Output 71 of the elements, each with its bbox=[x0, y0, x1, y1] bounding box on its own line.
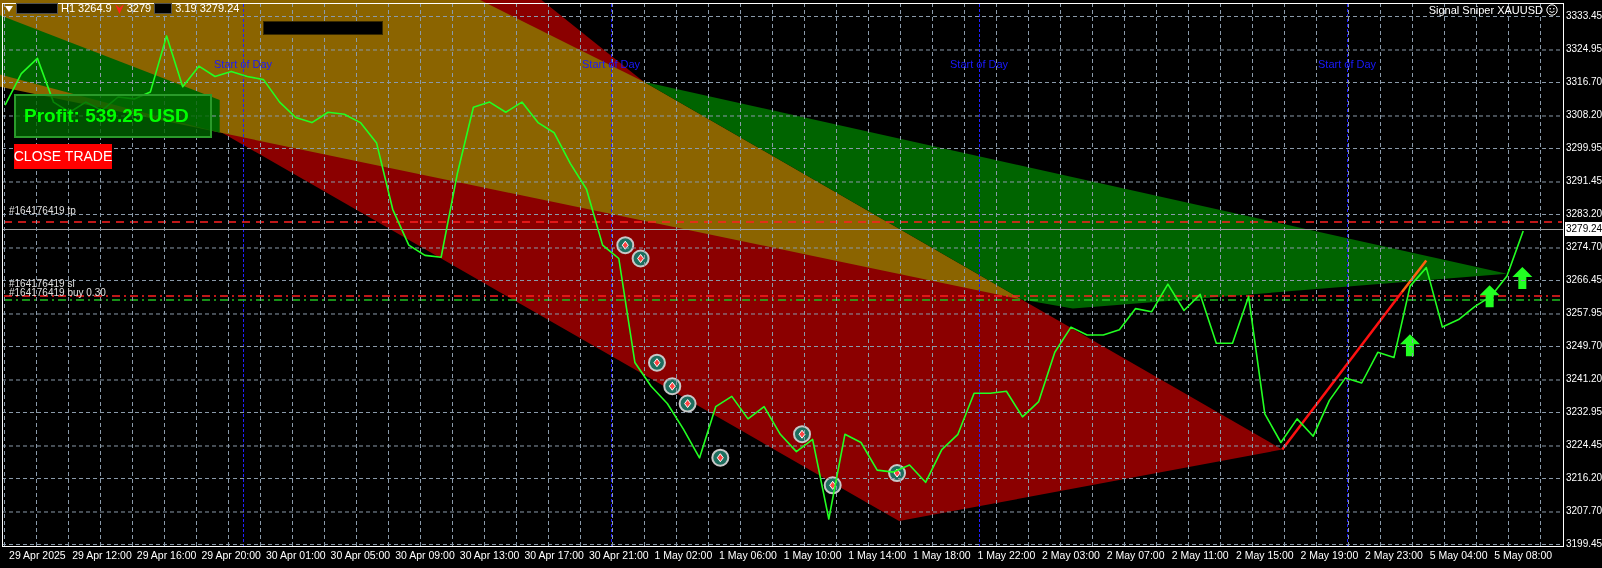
current-price-label: 3279.24 bbox=[1565, 222, 1602, 236]
day-marker-label: Start of Day bbox=[214, 59, 273, 70]
time-axis-label: 30 Apr 09:00 bbox=[395, 550, 455, 561]
time-axis-label: 2 May 15:00 bbox=[1235, 550, 1294, 561]
profit-label: Profit: 539.25 USD bbox=[14, 94, 212, 138]
day-marker-label: Start of Day bbox=[582, 59, 641, 70]
time-axis-label: 5 May 08:00 bbox=[1494, 550, 1553, 561]
price-axis-label: 3241.20 bbox=[1566, 374, 1602, 385]
circle-marker-icon bbox=[678, 394, 697, 413]
time-axis-label: 1 May 22:00 bbox=[977, 550, 1036, 561]
price-value: 3.19 bbox=[175, 3, 197, 14]
order-label: #164176419 sl bbox=[9, 279, 75, 289]
time-axis-label: 2 May 07:00 bbox=[1106, 550, 1165, 561]
circle-marker-icon bbox=[631, 249, 650, 268]
up-arrow-icon bbox=[1512, 266, 1533, 289]
time-axis-label: 2 May 23:00 bbox=[1365, 550, 1423, 561]
price-axis-label: 3291.45 bbox=[1566, 176, 1602, 187]
time-axis-label: 1 May 06:00 bbox=[719, 550, 777, 561]
time-axis-label: 29 Apr 16:00 bbox=[136, 550, 197, 561]
time-axis-label: 2 May 11:00 bbox=[1171, 550, 1229, 561]
circle-marker-icon bbox=[647, 353, 666, 372]
timeframe-label: H1 bbox=[61, 3, 76, 14]
day-marker-label: Start of Day bbox=[1318, 59, 1377, 70]
indicator-label: Signal Sniper XAUUSD bbox=[1428, 4, 1543, 16]
circle-marker-icon bbox=[711, 448, 730, 467]
price-axis-label: 3249.70 bbox=[1566, 341, 1602, 351]
circle-marker-icon bbox=[823, 476, 842, 495]
circle-marker-icon bbox=[616, 236, 635, 255]
time-axis-label: 30 Apr 05:00 bbox=[330, 550, 391, 561]
redacted-block bbox=[154, 3, 173, 14]
time-axis-label: 29 Apr 2025 bbox=[9, 550, 66, 561]
price-axis-label: 3308.20 bbox=[1566, 110, 1602, 121]
price-axis-label: 3283.20 bbox=[1566, 209, 1602, 219]
circle-marker-icon bbox=[793, 425, 812, 444]
price-axis-label: 3266.45 bbox=[1566, 275, 1602, 285]
price-axis-label: 3299.95 bbox=[1566, 143, 1602, 153]
time-axis-label: 1 May 14:00 bbox=[848, 550, 907, 561]
time-axis-label: 29 Apr 12:00 bbox=[72, 550, 132, 561]
price-axis-label: 3199.45 bbox=[1566, 539, 1602, 549]
redacted-block bbox=[16, 3, 58, 14]
time-axis-label: 30 Apr 17:00 bbox=[524, 550, 584, 561]
price-value: 3264.9 bbox=[78, 3, 112, 14]
dropdown-triangle-icon[interactable] bbox=[5, 5, 13, 12]
time-axis-label: 2 May 19:00 bbox=[1300, 550, 1359, 561]
close-trade-button[interactable]: CLOSE TRADE bbox=[14, 144, 112, 169]
time-axis-label: 1 May 02:00 bbox=[654, 550, 713, 561]
time-axis-label: 5 May 04:00 bbox=[1429, 550, 1488, 561]
price-axis-label: 3207.70 bbox=[1566, 506, 1602, 517]
day-marker-label: Start of Day bbox=[950, 59, 1009, 70]
order-label: #164176419 tp bbox=[9, 206, 76, 216]
time-axis-label: 1 May 10:00 bbox=[783, 550, 842, 561]
time-axis-label: 29 Apr 20:00 bbox=[201, 550, 261, 561]
price-value: 3279 bbox=[126, 3, 152, 14]
circle-marker-icon bbox=[663, 377, 682, 396]
time-axis-label: 30 Apr 21:00 bbox=[589, 550, 649, 561]
price-axis-label: 3274.70 bbox=[1566, 242, 1602, 253]
up-arrow-icon bbox=[1479, 285, 1500, 308]
price-axis-label: 3224.45 bbox=[1566, 440, 1602, 451]
price-axis-label: 3316.70 bbox=[1566, 77, 1602, 87]
price-axis-label: 3257.95 bbox=[1566, 308, 1602, 319]
down-arrow-icon bbox=[114, 3, 124, 14]
price-axis-label: 3324.95 bbox=[1566, 44, 1602, 55]
time-axis-label: 30 Apr 01:00 bbox=[266, 550, 326, 561]
up-arrow-icon bbox=[1399, 334, 1420, 357]
price-axis-label: 3232.95 bbox=[1566, 407, 1602, 417]
price-value: 3279.24 bbox=[199, 3, 240, 14]
time-axis-label: 30 Apr 13:00 bbox=[459, 550, 520, 561]
price-axis-label: 3216.20 bbox=[1566, 473, 1602, 483]
price-axis-label: 3333.45 bbox=[1566, 11, 1602, 21]
time-axis-label: 1 May 18:00 bbox=[912, 550, 971, 561]
time-axis-label: 2 May 03:00 bbox=[1042, 550, 1100, 561]
